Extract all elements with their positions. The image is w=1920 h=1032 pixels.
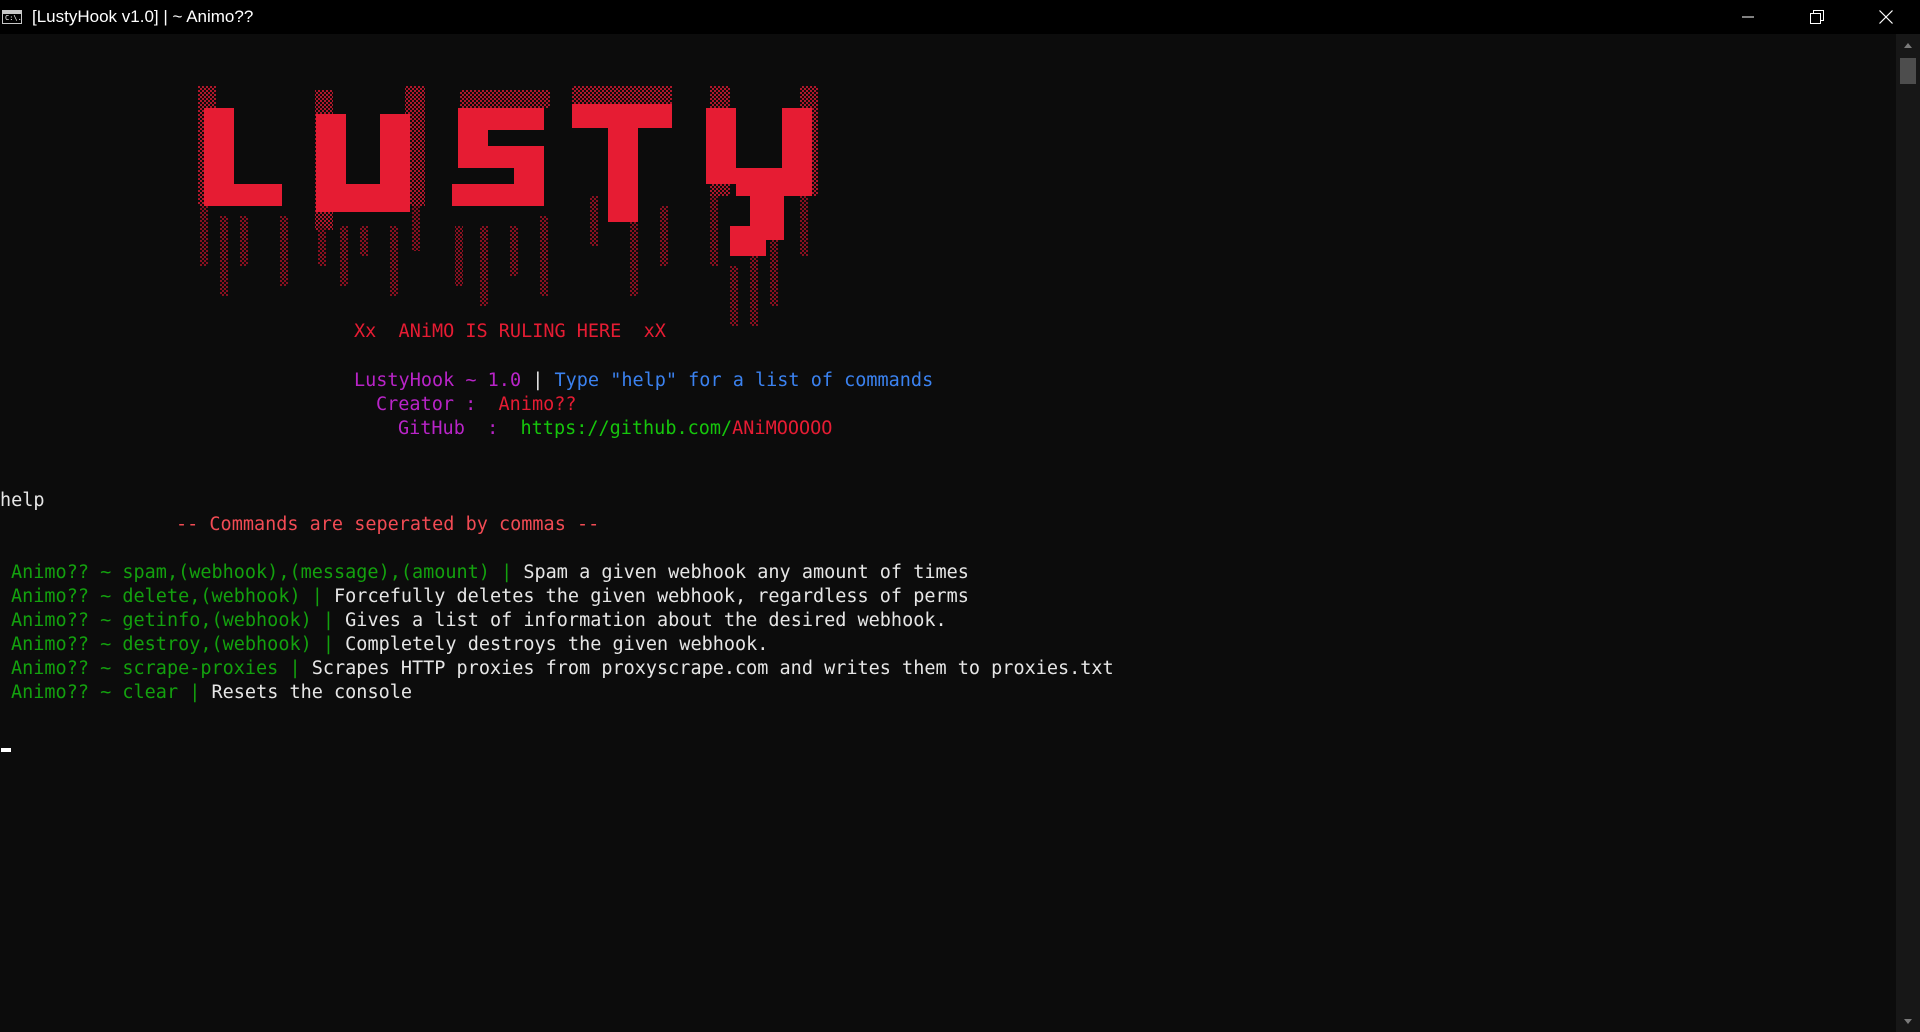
lusty-logo [198, 86, 818, 326]
close-icon [1878, 10, 1893, 24]
command-description: Resets the console [211, 682, 412, 703]
vertical-scrollbar[interactable] [1896, 34, 1920, 1032]
scroll-down-button[interactable] [1896, 1010, 1920, 1032]
version-number: 1.0 [487, 370, 522, 391]
ruling-banner: Xx ANiMO IS RULING HERE xX [354, 321, 666, 342]
restore-button[interactable] [1782, 0, 1851, 34]
console-window: C:\. [LustyHook v1.0] | ~ Animo?? Xx ANi… [0, 0, 1920, 1032]
title-bar[interactable]: C:\. [LustyHook v1.0] | ~ Animo?? [0, 0, 1920, 34]
scroll-thumb[interactable] [1900, 58, 1916, 84]
window-title: [LustyHook v1.0] | ~ Animo?? [32, 7, 254, 26]
scroll-up-icon [1904, 42, 1912, 48]
typed-command: help [0, 490, 45, 511]
commands-header: -- Commands are seperated by commas -- [176, 514, 600, 535]
github-line: GitHub : https://github.com/ANiMOOOOO [398, 417, 832, 441]
command-syntax: clear [122, 682, 179, 703]
close-button[interactable] [1851, 0, 1920, 34]
scroll-down-icon [1904, 1018, 1912, 1024]
command-separator: | [311, 634, 346, 655]
command-prompt: Animo?? ~ [11, 562, 123, 583]
version-separator: ~ [454, 370, 488, 391]
command-syntax: delete,(webhook) [122, 586, 301, 607]
command-row: Animo?? ~ scrape-proxies | Scrapes HTTP … [11, 657, 1114, 681]
command-row: Animo?? ~ destroy,(webhook) | Completely… [11, 633, 768, 657]
github-label: GitHub : [398, 418, 499, 439]
version-pipe: | [521, 370, 555, 391]
logo-letters [204, 104, 812, 256]
command-row: Animo?? ~ getinfo,(webhook) | Gives a li… [11, 609, 947, 633]
console-output[interactable]: Xx ANiMO IS RULING HERE xX LustyHook ~ 1… [0, 34, 1894, 1032]
version-line: LustyHook ~ 1.0 | Type "help" for a list… [354, 369, 933, 393]
command-description: Forcefully deletes the given webhook, re… [334, 586, 969, 607]
command-prompt: Animo?? ~ [11, 586, 123, 607]
creator-line: Creator : Animo?? [376, 393, 577, 417]
command-syntax: destroy,(webhook) [122, 634, 312, 655]
github-url-prefix[interactable]: https://github.com/ [521, 418, 733, 439]
input-cursor[interactable] [1, 748, 11, 752]
command-separator: | [489, 562, 524, 583]
minimize-button[interactable] [1713, 0, 1782, 34]
github-user[interactable]: ANiMOOOOO [732, 418, 832, 439]
scroll-up-button[interactable] [1896, 34, 1920, 56]
command-description: Gives a list of information about the de… [345, 610, 947, 631]
creator-value: Animo?? [498, 394, 577, 415]
command-prompt: Animo?? ~ [11, 682, 123, 703]
command-separator: | [300, 586, 335, 607]
minimize-icon [1741, 16, 1754, 18]
command-separator: | [178, 682, 212, 703]
command-description: Spam a given webhook any amount of times [523, 562, 969, 583]
command-separator: | [311, 610, 346, 631]
help-hint: Type "help" for a list of commands [554, 370, 934, 391]
command-row: Animo?? ~ clear | Resets the console [11, 681, 412, 705]
restore-icon [1809, 10, 1824, 24]
command-prompt: Animo?? ~ [11, 634, 123, 655]
command-description: Completely destroys the given webhook. [345, 634, 769, 655]
app-name-label: LustyHook [354, 370, 455, 391]
command-row: Animo?? ~ delete,(webhook) | Forcefully … [11, 585, 969, 609]
window-controls [1713, 0, 1920, 34]
command-syntax: getinfo,(webhook) [122, 610, 312, 631]
console-app-icon[interactable]: C:\. [2, 10, 22, 24]
command-row: Animo?? ~ spam,(webhook),(message),(amou… [11, 561, 969, 585]
creator-label: Creator : [376, 394, 477, 415]
command-prompt: Animo?? ~ [11, 610, 123, 631]
command-description: Scrapes HTTP proxies from proxyscrape.co… [311, 658, 1114, 679]
command-prompt: Animo?? ~ [11, 658, 123, 679]
console-app-icon-text: C:\. [5, 14, 22, 22]
command-syntax: spam,(webhook),(message),(amount) [122, 562, 490, 583]
command-separator: | [278, 658, 312, 679]
command-syntax: scrape-proxies [122, 658, 279, 679]
